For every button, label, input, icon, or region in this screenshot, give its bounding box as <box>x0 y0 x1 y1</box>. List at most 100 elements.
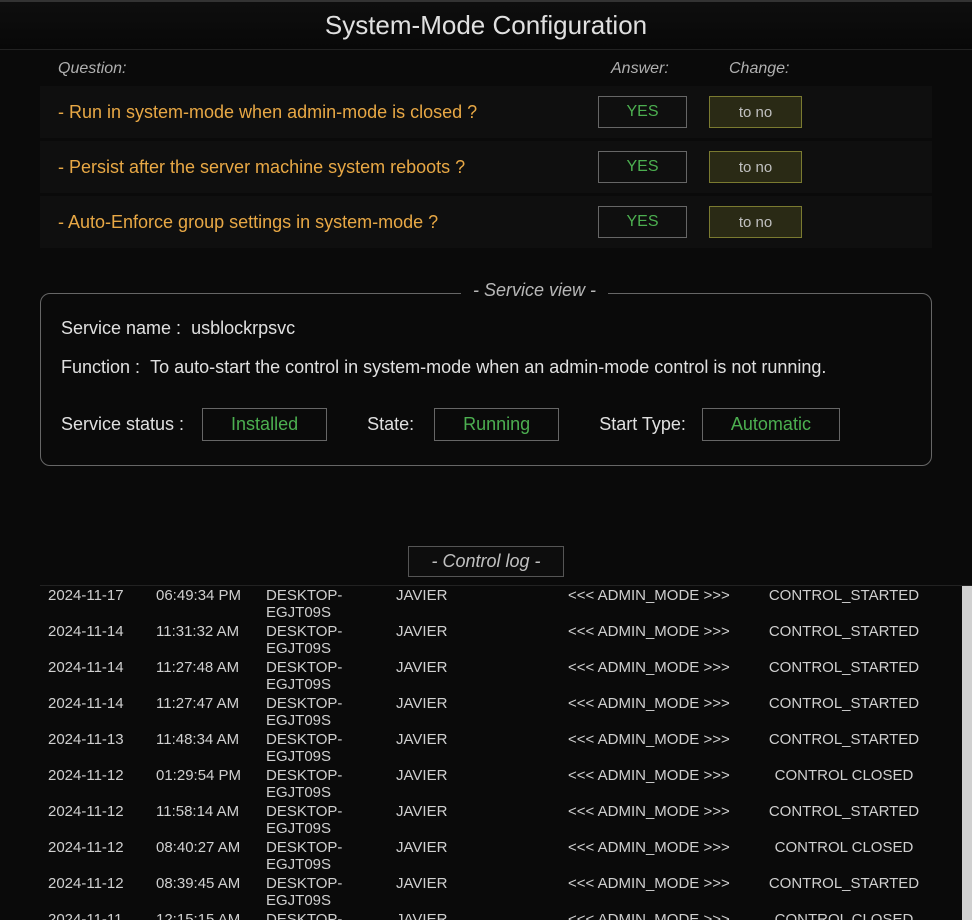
log-user: JAVIER <box>396 695 568 729</box>
log-date: 2024-11-12 <box>48 767 156 801</box>
log-date: 2024-11-12 <box>48 839 156 873</box>
log-user: JAVIER <box>396 623 568 657</box>
log-host: DESKTOP-EGJT09S <box>266 623 396 657</box>
change-button[interactable]: to no <box>709 96 802 128</box>
log-host: DESKTOP-EGJT09S <box>266 731 396 765</box>
log-mode: <<< ADMIN_MODE >>> <box>568 767 754 801</box>
answer-box: YES <box>598 96 687 128</box>
log-event: CONTROL CLOSED <box>754 767 934 801</box>
config-header-row: Question: Answer: Change: <box>0 55 972 83</box>
log-user: JAVIER <box>396 875 568 909</box>
service-status-row: Service status : Installed State: Runnin… <box>61 408 911 441</box>
log-date: 2024-11-12 <box>48 875 156 909</box>
log-host: DESKTOP-EGJT09S <box>266 587 396 621</box>
log-date: 2024-11-13 <box>48 731 156 765</box>
log-mode: <<< ADMIN_MODE >>> <box>568 803 754 837</box>
log-row[interactable]: 2024-11-1411:27:48 AMDESKTOP-EGJT09SJAVI… <box>40 658 972 694</box>
log-mode: <<< ADMIN_MODE >>> <box>568 911 754 920</box>
service-status-value: Installed <box>202 408 327 441</box>
log-mode: <<< ADMIN_MODE >>> <box>568 875 754 909</box>
log-row[interactable]: 2024-11-1112:15:15 AMDESKTOP-EGJT09SJAVI… <box>40 910 972 920</box>
service-start-type-value: Automatic <box>702 408 840 441</box>
log-mode: <<< ADMIN_MODE >>> <box>568 587 754 621</box>
title-bar: System-Mode Configuration <box>0 0 972 50</box>
service-state-value: Running <box>434 408 559 441</box>
config-section: Question: Answer: Change: - Run in syste… <box>0 50 972 248</box>
service-status-label: Service status : <box>61 414 184 435</box>
page-title: System-Mode Configuration <box>325 10 647 41</box>
log-host: DESKTOP-EGJT09S <box>266 875 396 909</box>
log-user: JAVIER <box>396 767 568 801</box>
log-time: 11:27:47 AM <box>156 695 266 729</box>
change-button[interactable]: to no <box>709 206 802 238</box>
log-mode: <<< ADMIN_MODE >>> <box>568 623 754 657</box>
question-row: - Auto-Enforce group settings in system-… <box>40 196 932 248</box>
question-text: - Run in system-mode when admin-mode is … <box>58 102 598 123</box>
service-view-label: - Service view - <box>461 280 608 301</box>
header-answer: Answer: <box>611 60 729 78</box>
log-time: 12:15:15 AM <box>156 911 266 920</box>
log-time: 11:31:32 AM <box>156 623 266 657</box>
log-row[interactable]: 2024-11-1201:29:54 PMDESKTOP-EGJT09SJAVI… <box>40 766 972 802</box>
log-user: JAVIER <box>396 731 568 765</box>
log-user: JAVIER <box>396 587 568 621</box>
log-date: 2024-11-17 <box>48 587 156 621</box>
log-time: 08:40:27 AM <box>156 839 266 873</box>
log-row[interactable]: 2024-11-1208:40:27 AMDESKTOP-EGJT09SJAVI… <box>40 838 972 874</box>
log-mode: <<< ADMIN_MODE >>> <box>568 695 754 729</box>
service-view-panel: - Service view - Service name : usblockr… <box>40 293 932 466</box>
log-time: 11:58:14 AM <box>156 803 266 837</box>
log-row[interactable]: 2024-11-1411:27:47 AMDESKTOP-EGJT09SJAVI… <box>40 694 972 730</box>
log-row[interactable]: 2024-11-1706:49:34 PMDESKTOP-EGJT09SJAVI… <box>40 586 972 622</box>
log-date: 2024-11-14 <box>48 623 156 657</box>
log-user: JAVIER <box>396 839 568 873</box>
log-event: CONTROL_STARTED <box>754 731 934 765</box>
service-function-row: Function : To auto-start the control in … <box>61 357 911 378</box>
log-mode: <<< ADMIN_MODE >>> <box>568 659 754 693</box>
control-log-label: - Control log - <box>408 546 563 577</box>
log-event: CONTROL CLOSED <box>754 911 934 920</box>
log-time: 06:49:34 PM <box>156 587 266 621</box>
question-text: - Persist after the server machine syste… <box>58 157 598 178</box>
control-log-container[interactable]: 2024-11-1706:49:34 PMDESKTOP-EGJT09SJAVI… <box>40 585 972 920</box>
log-row[interactable]: 2024-11-1208:39:45 AMDESKTOP-EGJT09SJAVI… <box>40 874 972 910</box>
log-row[interactable]: 2024-11-1411:31:32 AMDESKTOP-EGJT09SJAVI… <box>40 622 972 658</box>
log-time: 11:27:48 AM <box>156 659 266 693</box>
service-name-value: usblockrpsvc <box>191 318 295 338</box>
log-host: DESKTOP-EGJT09S <box>266 803 396 837</box>
service-state-label: State: <box>367 414 414 435</box>
log-event: CONTROL_STARTED <box>754 623 934 657</box>
service-function-value: To auto-start the control in system-mode… <box>150 357 826 377</box>
log-row[interactable]: 2024-11-1211:58:14 AMDESKTOP-EGJT09SJAVI… <box>40 802 972 838</box>
log-event: CONTROL CLOSED <box>754 839 934 873</box>
service-start-type-label: Start Type: <box>599 414 686 435</box>
log-user: JAVIER <box>396 803 568 837</box>
header-change: Change: <box>729 60 829 78</box>
service-name-row: Service name : usblockrpsvc <box>61 318 911 339</box>
log-user: JAVIER <box>396 911 568 920</box>
log-event: CONTROL_STARTED <box>754 803 934 837</box>
log-time: 01:29:54 PM <box>156 767 266 801</box>
log-host: DESKTOP-EGJT09S <box>266 911 396 920</box>
header-question: Question: <box>58 60 611 78</box>
log-event: CONTROL_STARTED <box>754 875 934 909</box>
question-row: - Run in system-mode when admin-mode is … <box>40 86 932 138</box>
log-scrollbar[interactable] <box>962 586 972 920</box>
log-host: DESKTOP-EGJT09S <box>266 659 396 693</box>
log-date: 2024-11-11 <box>48 911 156 920</box>
log-time: 11:48:34 AM <box>156 731 266 765</box>
log-event: CONTROL_STARTED <box>754 659 934 693</box>
log-date: 2024-11-14 <box>48 695 156 729</box>
log-host: DESKTOP-EGJT09S <box>266 695 396 729</box>
log-user: JAVIER <box>396 659 568 693</box>
question-row: - Persist after the server machine syste… <box>40 141 932 193</box>
log-host: DESKTOP-EGJT09S <box>266 767 396 801</box>
log-date: 2024-11-14 <box>48 659 156 693</box>
log-host: DESKTOP-EGJT09S <box>266 839 396 873</box>
change-button[interactable]: to no <box>709 151 802 183</box>
log-row[interactable]: 2024-11-1311:48:34 AMDESKTOP-EGJT09SJAVI… <box>40 730 972 766</box>
service-name-label: Service name : <box>61 318 181 338</box>
log-event: CONTROL_STARTED <box>754 695 934 729</box>
log-mode: <<< ADMIN_MODE >>> <box>568 839 754 873</box>
control-log-section: - Control log - 2024-11-1706:49:34 PMDES… <box>0 546 972 920</box>
